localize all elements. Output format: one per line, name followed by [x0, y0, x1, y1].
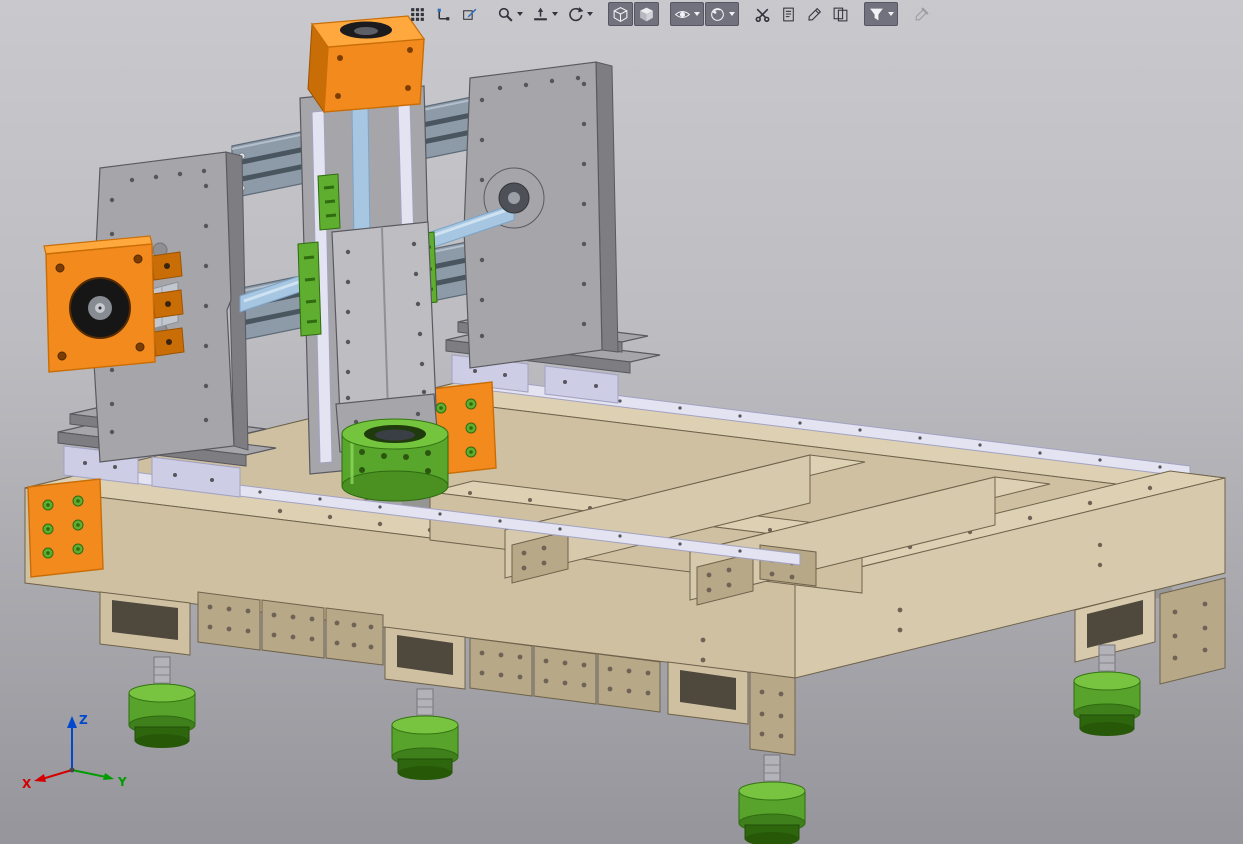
leveling-foot[interactable] [391, 688, 459, 781]
dropdown-arrow-icon [517, 12, 523, 16]
rotate-view-button[interactable] [563, 2, 597, 26]
normal-to-button[interactable] [528, 2, 562, 26]
cube-icon [612, 6, 629, 23]
model-canvas[interactable]: Z X Y [0, 0, 1243, 844]
selection-filter-grid-button[interactable] [405, 2, 430, 26]
sketch-plane-button[interactable] [457, 2, 482, 26]
axis-y-label: Y [117, 775, 127, 789]
heads-up-toolbar [405, 1, 934, 27]
grid-icon [409, 6, 426, 23]
zoom-button[interactable] [493, 2, 527, 26]
leveling-foot[interactable] [738, 754, 806, 844]
section-view-button[interactable] [750, 2, 775, 26]
sketch-icon [435, 6, 452, 23]
axis-x-label: X [22, 777, 32, 791]
dropdown-arrow-icon [587, 12, 593, 16]
shaded-cube-icon [638, 6, 655, 23]
display-filter-button[interactable] [864, 2, 898, 26]
plane-icon [461, 6, 478, 23]
eyedropper-button [909, 2, 934, 26]
annotations-button[interactable] [776, 2, 801, 26]
view-orientation-button[interactable] [608, 2, 633, 26]
filter-icon [868, 6, 885, 23]
appearance-icon [709, 6, 726, 23]
orientation-triad: Z X Y [22, 713, 127, 791]
zoom-icon [497, 6, 514, 23]
eyedropper-icon [913, 6, 930, 23]
frame-end-plate-left[interactable] [27, 478, 104, 578]
normal-to-icon [532, 6, 549, 23]
markup-icon [806, 6, 823, 23]
eye-icon [674, 6, 691, 23]
section-icon [754, 6, 771, 23]
appearances-button[interactable] [705, 2, 739, 26]
z-axis-carriage[interactable] [297, 85, 439, 475]
compare-button[interactable] [828, 2, 853, 26]
spindle-clamp[interactable] [341, 418, 449, 502]
markup-button[interactable] [802, 2, 827, 26]
hide-show-items-button[interactable] [670, 2, 704, 26]
dropdown-arrow-icon [729, 12, 735, 16]
stepper-motor-mount-top[interactable] [307, 15, 426, 114]
leveling-foot[interactable] [128, 656, 196, 749]
cad-viewport-window: Z X Y [0, 0, 1243, 844]
compare-icon [832, 6, 849, 23]
display-style-button[interactable] [634, 2, 659, 26]
rotate-icon [567, 6, 584, 23]
sketch-button[interactable] [431, 2, 456, 26]
axis-z-label: Z [79, 713, 88, 727]
stepper-motor-mount-left[interactable] [43, 235, 185, 373]
dropdown-arrow-icon [888, 12, 894, 16]
dropdown-arrow-icon [552, 12, 558, 16]
annotation-icon [780, 6, 797, 23]
dropdown-arrow-icon [694, 12, 700, 16]
